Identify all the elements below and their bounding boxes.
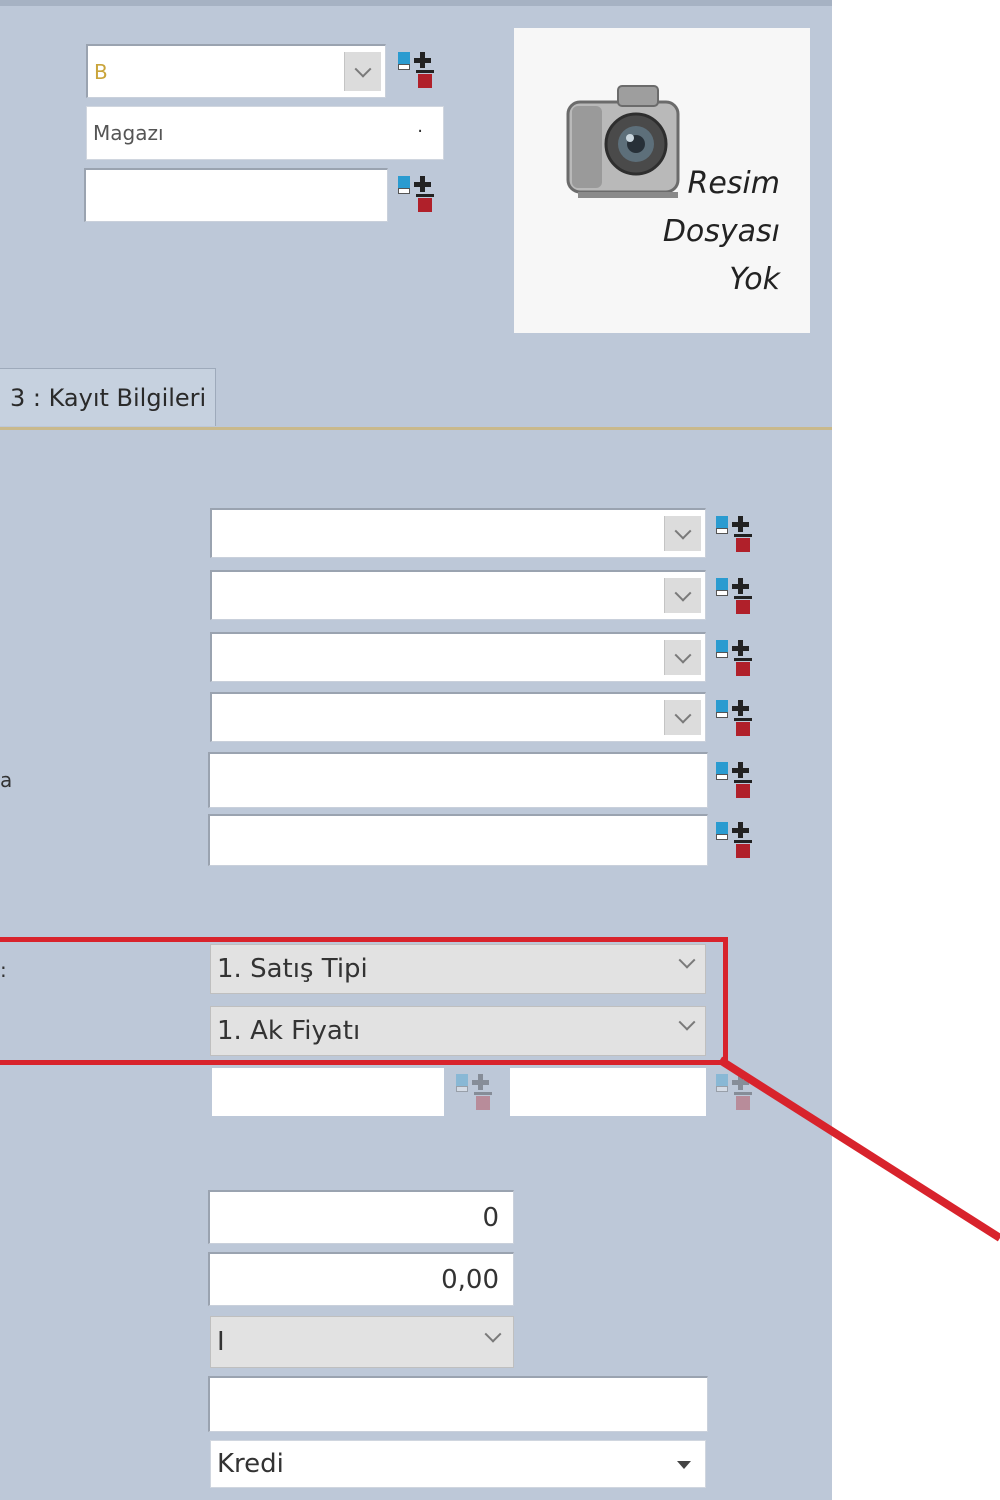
lookup-picker-icon[interactable]: [394, 48, 442, 96]
side-label: a: [0, 768, 13, 792]
store-select-value: Magazı: [93, 121, 164, 145]
chevron-down-icon[interactable]: [344, 52, 381, 91]
store-select[interactable]: Magazı ·: [86, 106, 444, 160]
lookup-picker-icon[interactable]: [712, 818, 760, 866]
dropdown-arrow-icon[interactable]: [677, 1461, 691, 1469]
code-dropdown[interactable]: B: [86, 44, 386, 98]
note-field[interactable]: [208, 1376, 708, 1432]
lookup-picker-icon[interactable]: [712, 636, 760, 684]
lookup-picker-icon[interactable]: [394, 172, 442, 220]
amount-value: 0,00: [441, 1264, 499, 1295]
lookup-picker-icon[interactable]: [452, 1070, 500, 1118]
lookup-picker-icon[interactable]: [712, 696, 760, 744]
tab-label: 3 : Kayıt Bilgileri: [10, 383, 207, 412]
dropdown-3[interactable]: [210, 632, 706, 682]
lookup-picker-icon[interactable]: [712, 758, 760, 806]
top-strip: [0, 0, 832, 6]
chevron-down-icon[interactable]: [484, 1325, 502, 1343]
dropdown-dot-icon: ·: [417, 121, 423, 142]
small-select[interactable]: I: [210, 1316, 514, 1368]
payment-select[interactable]: Kredi: [210, 1440, 706, 1488]
chevron-down-icon[interactable]: [664, 516, 701, 551]
range-to-field[interactable]: [510, 1068, 706, 1116]
tab-record-info[interactable]: 3 : Kayıt Bilgileri: [0, 368, 216, 426]
code-dropdown-value: B: [94, 59, 108, 84]
form-panel: B Magazı · Resim Dosyası Yok 3: Kayıt B…: [0, 0, 832, 1500]
dropdown-2[interactable]: [210, 570, 706, 620]
chevron-down-icon[interactable]: [664, 640, 701, 675]
lookup-picker-icon[interactable]: [712, 512, 760, 560]
photo-placeholder[interactable]: Resim Dosyası Yok: [514, 28, 810, 333]
payment-select-value: Kredi: [217, 1449, 284, 1479]
dropdown-1[interactable]: [210, 508, 706, 558]
quantity-value: 0: [482, 1202, 499, 1233]
text-field-1[interactable]: [208, 752, 708, 808]
tab-divider: [0, 427, 832, 430]
description-field[interactable]: [84, 168, 388, 222]
range-from-field[interactable]: [212, 1068, 444, 1116]
chevron-down-icon[interactable]: [664, 578, 701, 613]
chevron-down-icon[interactable]: [664, 700, 701, 735]
lookup-picker-icon[interactable]: [712, 1070, 760, 1118]
lookup-picker-icon[interactable]: [712, 574, 760, 622]
dropdown-4[interactable]: [210, 692, 706, 742]
amount-field[interactable]: 0,00: [208, 1252, 514, 1306]
quantity-field[interactable]: 0: [208, 1190, 514, 1244]
highlight-box: [0, 937, 728, 1065]
text-field-2[interactable]: [208, 814, 708, 866]
no-image-caption: Resim Dosyası Yok: [662, 166, 780, 297]
